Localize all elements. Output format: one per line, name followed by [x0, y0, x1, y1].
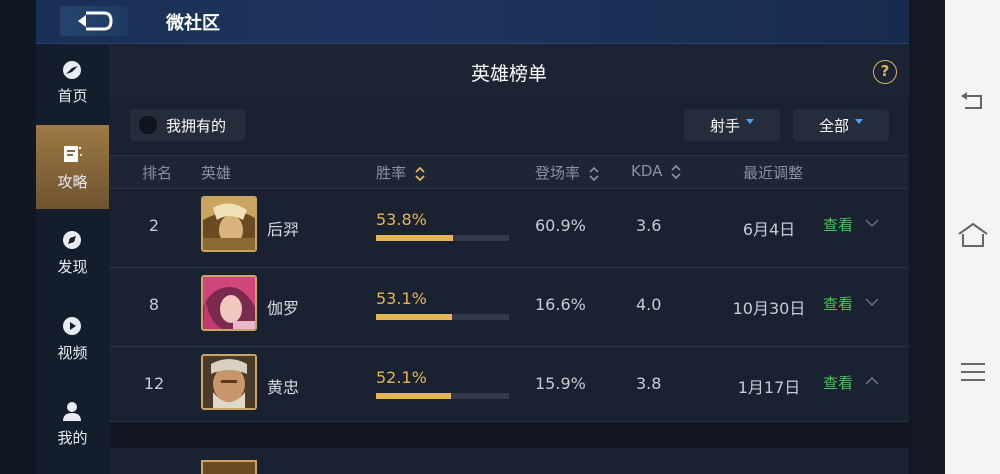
menu-nav-icon[interactable]	[957, 358, 989, 386]
header-winrate[interactable]: 胜率	[376, 162, 425, 183]
main-content: 英雄榜单 ? 我拥有的 射手 全部 排名 英雄 胜率 登场率 KDA 最近调整 …	[109, 44, 909, 474]
sidebar-item-video[interactable]: 视频	[36, 300, 109, 384]
winrate-bar-fill	[376, 235, 453, 241]
update-date: 10月30日	[732, 299, 806, 318]
hero-avatar[interactable]	[201, 275, 257, 331]
hero-name: 黄忠	[267, 378, 300, 397]
hero-avatar[interactable]	[201, 460, 257, 474]
kda-value: 3.6	[636, 216, 662, 235]
view-button[interactable]: 查看	[823, 214, 853, 235]
sort-icon	[671, 164, 681, 179]
sidebar: 首页 攻略 发现 视频 我的	[36, 44, 109, 474]
appear-rate: 15.9%	[535, 374, 586, 393]
left-edge-strip	[0, 0, 36, 474]
winrate-bar-fill	[376, 314, 452, 320]
rank-cell: 2	[148, 216, 160, 235]
right-edge-strip	[909, 0, 945, 474]
rank-cell: 12	[143, 374, 165, 393]
chevron-down-icon[interactable]	[865, 218, 879, 228]
table-row[interactable]: 12 黄忠 52.1% 15.9% 3.8 1月17日 查看	[109, 348, 909, 422]
winrate-bar	[376, 393, 509, 399]
caret-down-icon	[746, 119, 754, 124]
hero-portrait-jialuo	[203, 277, 255, 329]
play-icon	[63, 317, 81, 335]
hero-avatar[interactable]	[201, 196, 257, 252]
hero-name: 后羿	[267, 220, 300, 239]
sidebar-item-discover[interactable]: 发现	[36, 214, 109, 298]
table-row[interactable]: 8 伽罗 53.1% 16.6% 4.0 10月30日 查看	[109, 269, 909, 347]
view-button[interactable]: 查看	[823, 293, 853, 314]
winrate-bar	[376, 314, 509, 320]
update-date: 1月17日	[737, 378, 801, 397]
hero-name: 伽罗	[267, 299, 300, 318]
update-date: 6月4日	[742, 220, 796, 239]
back-nav-icon[interactable]	[957, 88, 989, 116]
owned-filter-label: 我拥有的	[166, 117, 227, 135]
row-expansion-area	[109, 422, 909, 448]
owned-filter-toggle[interactable]: 我拥有的	[130, 109, 245, 141]
appear-rate: 60.9%	[535, 216, 586, 235]
filter-bar: 我拥有的 射手 全部	[109, 100, 909, 152]
sort-active-icon	[415, 166, 425, 181]
view-button[interactable]: 查看	[823, 372, 853, 393]
discover-compass-icon	[63, 231, 81, 249]
header-kda[interactable]: KDA	[631, 162, 681, 180]
header-appear-label: 登场率	[535, 164, 581, 182]
winrate-value: 52.1%	[376, 368, 427, 387]
sort-icon	[589, 166, 599, 181]
back-icon	[78, 11, 113, 31]
chevron-up-icon[interactable]	[865, 376, 879, 386]
rank-cell: 8	[148, 295, 160, 314]
sidebar-item-label: 发现	[57, 258, 88, 276]
header-hero: 英雄	[201, 164, 232, 182]
home-compass-icon	[63, 61, 81, 79]
app-title: 微社区	[166, 13, 220, 34]
sidebar-item-home[interactable]: 首页	[36, 44, 109, 128]
home-nav-icon[interactable]	[957, 222, 989, 250]
radio-icon	[139, 116, 157, 134]
scope-dropdown[interactable]: 全部	[793, 109, 889, 141]
header-update: 最近调整	[743, 164, 804, 182]
table-row[interactable]: 2 后羿 53.8% 60.9% 3.6 6月4日 查看	[109, 190, 909, 268]
sidebar-item-label: 攻略	[57, 173, 88, 191]
top-bar: 微社区	[36, 0, 909, 44]
help-button[interactable]: ?	[873, 60, 897, 84]
appear-rate: 16.6%	[535, 295, 586, 314]
header-winrate-label: 胜率	[376, 164, 407, 182]
sidebar-item-me[interactable]: 我的	[36, 386, 109, 470]
page-header: 英雄榜单 ?	[109, 44, 909, 100]
caret-down-icon	[855, 119, 863, 124]
table-header: 排名 英雄 胜率 登场率 KDA 最近调整	[109, 155, 909, 189]
winrate-bar-fill	[376, 393, 451, 399]
sidebar-item-label: 我的	[57, 429, 88, 447]
hero-portrait-huangzhong	[203, 356, 255, 408]
role-dropdown[interactable]: 射手	[684, 109, 780, 141]
back-button[interactable]	[60, 6, 128, 36]
header-rank: 排名	[142, 164, 173, 182]
hero-avatar[interactable]	[201, 354, 257, 410]
winrate-value: 53.8%	[376, 210, 427, 229]
table-row[interactable]	[109, 448, 909, 474]
sidebar-item-label: 视频	[57, 344, 88, 362]
guide-icon	[64, 146, 82, 162]
sidebar-item-guide[interactable]: 攻略	[36, 125, 109, 209]
kda-value: 4.0	[636, 295, 662, 314]
winrate-value: 53.1%	[376, 289, 427, 308]
system-nav-bar	[945, 0, 1000, 474]
page-title: 英雄榜单	[470, 63, 547, 85]
chevron-down-icon[interactable]	[865, 297, 879, 307]
sidebar-item-label: 首页	[57, 87, 88, 105]
header-appear[interactable]: 登场率	[535, 162, 599, 183]
winrate-bar	[376, 235, 509, 241]
hero-portrait-houyi	[203, 198, 255, 250]
kda-value: 3.8	[636, 374, 662, 393]
header-kda-label: KDA	[631, 162, 663, 180]
user-icon	[63, 402, 81, 421]
